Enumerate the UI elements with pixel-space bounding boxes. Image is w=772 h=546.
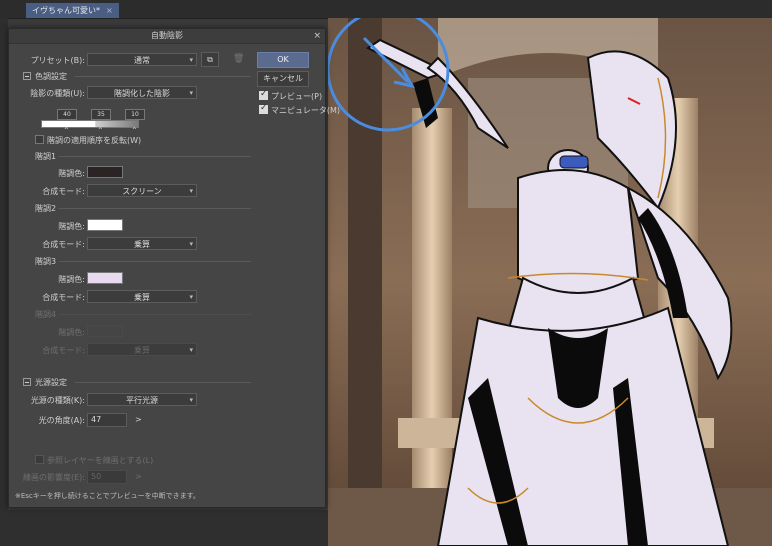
tone1-blend-value: スクリーン [122, 187, 162, 196]
canvas-illustration [328, 18, 772, 546]
reverse-order-checkbox[interactable] [35, 135, 44, 144]
line-influence-input: 50 [87, 470, 127, 484]
gradient-handle-3[interactable]: ⌃ [131, 126, 138, 135]
light-section-title: 光源設定 [35, 378, 67, 387]
chevron-down-icon: ▾ [189, 187, 193, 195]
chevron-down-icon: ▾ [189, 240, 193, 248]
chevron-down-icon: ▾ [189, 396, 193, 404]
angle-label: 光の角度(A): [38, 416, 85, 425]
chevron-down-icon: ▾ [189, 346, 193, 354]
close-icon[interactable]: × [106, 6, 113, 15]
angle-increment-icon[interactable]: > [135, 415, 142, 424]
shade-type-value: 階調化した陰影 [114, 89, 170, 98]
tone1-blend-label: 合成モード: [42, 187, 85, 196]
chevron-down-icon: ▾ [189, 293, 193, 301]
tone3-blend-value: 乗算 [134, 293, 150, 302]
divider [59, 314, 251, 315]
gradient-value-2[interactable]: 35 [91, 109, 111, 120]
tone4-color-label: 階調色: [58, 328, 85, 337]
collapse-icon [23, 72, 31, 80]
tone4-title: 階調4 [35, 310, 57, 319]
divider [75, 76, 251, 77]
chevron-down-icon: ▾ [189, 89, 193, 97]
canvas-area[interactable] [328, 18, 772, 546]
tone1-color-swatch[interactable] [87, 166, 123, 178]
gradient-value-3[interactable]: 10 [125, 109, 145, 120]
manipulator-checkbox[interactable] [259, 103, 268, 114]
tone1-color-label: 階調色: [58, 169, 85, 178]
auto-shading-dialog: 自動陰影 × プリセット(B): 通常 ▾ ⧉ 🗑 OK キャンセル プレビュー(… [8, 28, 340, 508]
divider [59, 261, 251, 262]
tone2-color-label: 階調色: [58, 222, 85, 231]
tone2-title: 階調2 [35, 204, 57, 213]
tone2-blend-label: 合成モード: [42, 240, 85, 249]
tone-section-title: 色調設定 [35, 72, 67, 81]
close-icon[interactable]: × [313, 29, 321, 43]
footer-note: ※Escキーを押し続けることでプレビューを中断できます。 [15, 492, 200, 500]
gradient-handle-2[interactable]: ⌃ [97, 126, 104, 135]
preset-label: プリセット(B): [30, 56, 85, 65]
preset-value: 通常 [134, 56, 150, 65]
angle-input[interactable]: 47 [87, 413, 127, 427]
tone4-blend-label: 合成モード: [42, 346, 85, 355]
tone1-title: 階調1 [35, 152, 57, 161]
preset-save-button[interactable]: ⧉ [201, 52, 219, 67]
trash-icon[interactable]: 🗑 [233, 54, 244, 64]
document-tab-label: イヴちゃん可愛い* [32, 6, 100, 15]
gradient-value-1[interactable]: 40 [57, 109, 77, 120]
tone4-color-swatch [87, 325, 123, 337]
light-section-header[interactable]: 光源設定 [23, 377, 251, 387]
light-type-select[interactable]: 平行光源 ▾ [87, 393, 197, 406]
tone3-color-label: 階調色: [58, 275, 85, 284]
ok-button[interactable]: OK [257, 52, 309, 68]
preview-checkbox[interactable] [259, 89, 268, 100]
gradient-handle-1[interactable]: ⌃ [63, 126, 70, 135]
ref-layer-checkbox [35, 455, 44, 464]
divider [75, 382, 251, 383]
tone1-blend-select[interactable]: スクリーン ▾ [87, 184, 197, 197]
tone2-blend-select[interactable]: 乗算 ▾ [87, 237, 197, 250]
reverse-order-label: 階調の適用順序を反転(W) [47, 136, 142, 145]
tone3-blend-select[interactable]: 乗算 ▾ [87, 290, 197, 303]
tone3-color-swatch[interactable] [87, 272, 123, 284]
chevron-down-icon: ▾ [189, 56, 193, 64]
tone4-blend-select: 乗算 ▾ [87, 343, 197, 356]
left-panel-strip [0, 18, 8, 546]
bottom-panel-strip [0, 510, 328, 546]
gradient-bar[interactable] [41, 120, 139, 128]
shade-type-select[interactable]: 階調化した陰影 ▾ [87, 86, 197, 99]
dialog-title: 自動陰影 [9, 29, 325, 44]
tone4-blend-value: 乗算 [134, 346, 150, 355]
light-type-value: 平行光源 [126, 396, 158, 405]
tone3-title: 階調3 [35, 257, 57, 266]
tone2-color-swatch[interactable] [87, 219, 123, 231]
divider [59, 156, 251, 157]
ref-layer-label: 参照レイヤーを線画とする(L) [47, 456, 154, 465]
preview-label: プレビュー(P) [271, 92, 323, 101]
collapse-icon [23, 378, 31, 386]
light-type-label: 光源の種類(K): [30, 396, 85, 405]
line-influence-increment-icon: > [135, 472, 142, 481]
manipulator-label: マニピュレータ(M) [271, 106, 340, 115]
document-tab-bar: イヴちゃん可愛い* × [0, 0, 772, 19]
tone2-blend-value: 乗算 [134, 240, 150, 249]
document-tab[interactable]: イヴちゃん可愛い* × [26, 3, 119, 18]
copy-icon: ⧉ [207, 55, 213, 64]
divider [59, 208, 251, 209]
tone-section-header[interactable]: 色調設定 [23, 71, 251, 81]
tone3-blend-label: 合成モード: [42, 293, 85, 302]
line-influence-label: 線画の影響度(E): [23, 473, 85, 482]
preset-select[interactable]: 通常 ▾ [87, 53, 197, 66]
cancel-button[interactable]: キャンセル [257, 71, 309, 87]
shade-type-label: 陰影の種類(U): [30, 89, 85, 98]
